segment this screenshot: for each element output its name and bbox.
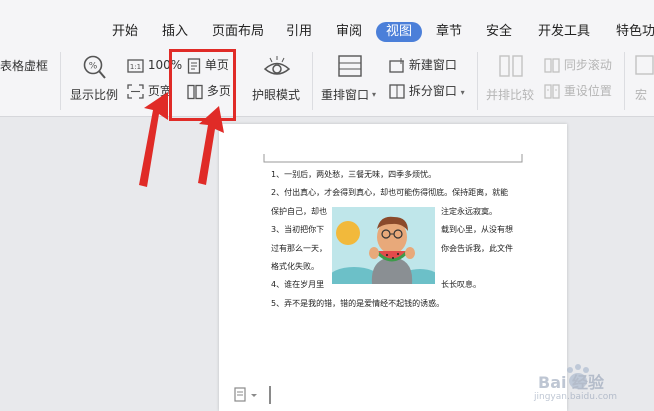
new-window-icon xyxy=(389,58,404,73)
document-page[interactable]: 1、一别后，两处愁，三餐无味，四季多烦忧。 2、付出真心，才会得到真心，却也可能… xyxy=(219,124,567,411)
new-window-label[interactable]: 新建窗口 xyxy=(409,58,457,72)
tab-developer-tools[interactable]: 开发工具 xyxy=(538,24,590,40)
window-grid-icon xyxy=(338,55,362,77)
eye-icon xyxy=(263,56,291,75)
svg-text:%: % xyxy=(89,62,98,72)
reset-position-label: 重设位置 xyxy=(563,84,612,98)
page-width-button[interactable]: 页宽 xyxy=(127,83,172,99)
document-options-tool[interactable] xyxy=(234,386,284,404)
zoom-ratio-label: 显示比例 xyxy=(70,88,119,102)
doc-line: 2、付出真心，才会得到真心，却也可能伤得彻底。保持距离，就能 xyxy=(271,188,509,197)
tab-references[interactable]: 引用 xyxy=(286,24,312,40)
zoom-percent-icon: % xyxy=(83,55,106,79)
sync-scroll-button[interactable]: 同步滚动 xyxy=(544,57,612,73)
tab-chapter[interactable]: 章节 xyxy=(436,24,462,40)
eye-protection-button[interactable]: 护眼模式 xyxy=(252,54,304,104)
doc-line: 载到心里，从没有想 xyxy=(441,225,513,234)
view-ribbon: 表格虚框 % 显示比例 1:1 100% 页宽 单页 多页 护眼模式 重排窗口 … xyxy=(0,44,654,117)
doc-line: 过有那么一天， xyxy=(271,244,327,253)
sync-scroll-label: 同步滚动 xyxy=(563,58,612,72)
side-by-side-icon xyxy=(499,55,523,77)
chevron-down-icon: ▾ xyxy=(372,90,377,99)
svg-text:1:1: 1:1 xyxy=(130,63,141,71)
watermark-url: jingyan.baidu.com xyxy=(534,392,618,402)
side-by-side-label: 并排比较 xyxy=(486,88,535,102)
page-options-icon xyxy=(234,386,271,404)
reset-position-button[interactable]: 重设位置 xyxy=(544,83,612,99)
doc-line: 1、一别后，两处愁，三餐无味，四季多烦忧。 xyxy=(271,170,437,179)
macro-icon xyxy=(635,55,654,75)
rearrange-window-label: 重排窗口 xyxy=(321,88,370,102)
tab-insert[interactable]: 插入 xyxy=(162,24,188,40)
split-window-label: 拆分窗口 xyxy=(408,84,457,98)
baidu-jingyan-watermark: Bai 经验 jingyan.baidu.com xyxy=(520,361,648,407)
actual-size-icon: 1:1 xyxy=(127,58,144,73)
macro-button[interactable]: 宏 xyxy=(635,54,654,104)
reset-position-icon xyxy=(544,84,560,99)
doc-line: 长长叹息。 xyxy=(441,280,481,289)
highlight-box xyxy=(169,49,236,121)
header-margin-marker xyxy=(263,154,523,163)
tab-security[interactable]: 安全 xyxy=(486,24,512,40)
tab-home[interactable]: 开始 xyxy=(112,24,138,40)
eye-protection-label: 护眼模式 xyxy=(252,88,301,102)
watermark-text: Bai 经验 xyxy=(538,373,605,392)
watermelon-man-illustration xyxy=(332,207,435,284)
doc-line: 保护自己，却也 xyxy=(271,207,327,216)
tab-page-layout[interactable]: 页面布局 xyxy=(212,24,264,40)
tab-features[interactable]: 特色功能 xyxy=(616,24,654,40)
ribbon-divider xyxy=(624,52,625,110)
table-gridlines-button[interactable]: 表格虚框 xyxy=(0,58,48,74)
ribbon-divider xyxy=(60,52,61,110)
chevron-down-icon: ▾ xyxy=(460,88,465,97)
ribbon-divider xyxy=(477,52,478,110)
side-by-side-button[interactable]: 并排比较 xyxy=(486,54,538,104)
page-width-icon xyxy=(127,84,144,99)
new-window-button[interactable]: 新建窗口 xyxy=(389,57,457,73)
doc-line: 格式化失败。 xyxy=(271,262,319,271)
ribbon-tab-bar: 开始 插入 页面布局 引用 审阅 视图 章节 安全 开发工具 特色功能 xyxy=(0,0,654,44)
macro-label: 宏 xyxy=(635,88,648,102)
cartoon-watermelon-image[interactable] xyxy=(332,207,435,284)
rearrange-window-button[interactable]: 重排窗口 ▾ xyxy=(321,54,381,104)
sync-scroll-icon xyxy=(544,58,560,73)
tab-view[interactable]: 视图 xyxy=(376,22,423,42)
doc-line: 3、当初把你下 xyxy=(271,225,325,234)
doc-line: 4、谁在岁月里 xyxy=(271,280,325,289)
ribbon-divider xyxy=(312,52,313,110)
doc-line: 5、弄不是我的错，错的是爱情经不起钱的诱惑。 xyxy=(271,299,445,308)
doc-line: 注定永远寂寞。 xyxy=(441,207,497,216)
doc-line: 你会告诉我，此文件 xyxy=(441,244,513,253)
tab-review[interactable]: 审阅 xyxy=(336,24,362,40)
split-window-icon xyxy=(389,84,405,99)
split-window-button[interactable]: 拆分窗口 ▾ xyxy=(389,83,465,101)
zoom-ratio-button[interactable]: % 显示比例 xyxy=(70,54,120,104)
